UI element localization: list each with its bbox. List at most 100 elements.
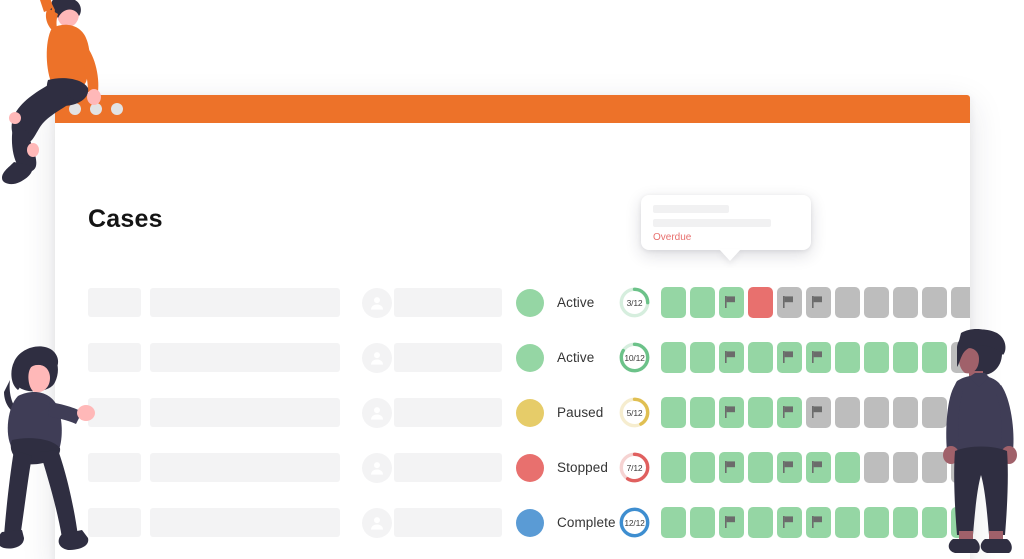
milestone-block[interactable] bbox=[690, 397, 715, 428]
flag-icon bbox=[812, 516, 823, 528]
milestone-block[interactable] bbox=[661, 507, 686, 538]
milestone-block[interactable] bbox=[690, 452, 715, 483]
milestone-block[interactable] bbox=[748, 287, 773, 318]
progress-ring-label: 3/12 bbox=[618, 286, 651, 319]
case-title-placeholder bbox=[150, 508, 340, 537]
milestone-block[interactable] bbox=[835, 397, 860, 428]
table-row[interactable]: Active 10/12 bbox=[55, 330, 970, 385]
milestone-block[interactable] bbox=[893, 342, 918, 373]
milestone-block[interactable] bbox=[835, 507, 860, 538]
milestone-block[interactable] bbox=[922, 287, 947, 318]
status-color-dot bbox=[516, 289, 544, 317]
person-walking-illustration bbox=[0, 340, 126, 559]
milestone-block[interactable] bbox=[719, 507, 744, 538]
milestone-block[interactable] bbox=[719, 342, 744, 373]
milestone-block[interactable] bbox=[748, 507, 773, 538]
milestone-block[interactable] bbox=[893, 507, 918, 538]
milestone-block[interactable] bbox=[864, 397, 889, 428]
tooltip-placeholder-bar-2 bbox=[653, 219, 771, 227]
milestone-block[interactable] bbox=[893, 452, 918, 483]
window-content: Cases Active 3/12 Active 10/12 Paused 5/12 Sto… bbox=[55, 123, 970, 559]
flag-icon bbox=[783, 516, 794, 528]
milestone-block[interactable] bbox=[690, 287, 715, 318]
progress-ring: 10/12 bbox=[618, 341, 651, 374]
table-row[interactable]: Active 3/12 bbox=[55, 275, 970, 330]
progress-ring: 3/12 bbox=[618, 286, 651, 319]
milestone-block[interactable] bbox=[661, 287, 686, 318]
flag-icon bbox=[725, 516, 736, 528]
milestone-block[interactable] bbox=[951, 287, 970, 318]
milestone-block[interactable] bbox=[748, 452, 773, 483]
milestone-block[interactable] bbox=[719, 452, 744, 483]
milestone-block[interactable] bbox=[777, 507, 802, 538]
milestone-block[interactable] bbox=[864, 287, 889, 318]
flag-icon bbox=[783, 351, 794, 363]
screenshot-root: Cases Active 3/12 Active 10/12 Paused 5/12 Sto… bbox=[0, 0, 1024, 559]
milestone-block[interactable] bbox=[690, 507, 715, 538]
flag-icon bbox=[725, 516, 736, 528]
flag-icon bbox=[725, 461, 736, 473]
user-avatar-icon bbox=[367, 403, 387, 423]
milestone-block[interactable] bbox=[777, 397, 802, 428]
case-title-placeholder bbox=[150, 398, 340, 427]
flag-icon bbox=[783, 406, 794, 418]
milestone-block[interactable] bbox=[806, 507, 831, 538]
person-sitting-illustration bbox=[0, 0, 118, 198]
flag-icon bbox=[812, 406, 823, 418]
status-badge: Active bbox=[516, 344, 594, 372]
milestone-block[interactable] bbox=[835, 287, 860, 318]
status-label: Paused bbox=[557, 405, 603, 420]
milestone-block[interactable] bbox=[661, 452, 686, 483]
table-row[interactable]: Active8/12 bbox=[55, 550, 970, 559]
flag-icon bbox=[725, 296, 736, 308]
milestone-block[interactable] bbox=[835, 452, 860, 483]
milestone-block[interactable] bbox=[806, 397, 831, 428]
milestone-block[interactable] bbox=[661, 342, 686, 373]
milestone-block[interactable] bbox=[835, 342, 860, 373]
user-avatar-icon bbox=[367, 348, 387, 368]
milestone-block[interactable] bbox=[893, 287, 918, 318]
status-badge: Active bbox=[516, 289, 594, 317]
flag-icon bbox=[725, 351, 736, 363]
person-standing-illustration bbox=[935, 325, 1024, 559]
table-row[interactable]: Complete12/12 bbox=[55, 495, 970, 550]
case-owner-placeholder bbox=[394, 398, 502, 427]
flag-icon bbox=[725, 351, 736, 363]
milestone-block[interactable] bbox=[661, 397, 686, 428]
milestone-block[interactable] bbox=[864, 507, 889, 538]
flag-icon bbox=[783, 461, 794, 473]
milestone-block[interactable] bbox=[777, 452, 802, 483]
milestone-block[interactable] bbox=[893, 397, 918, 428]
milestone-block[interactable] bbox=[719, 397, 744, 428]
status-label: Active bbox=[557, 350, 594, 365]
milestone-block[interactable] bbox=[806, 342, 831, 373]
status-badge: Paused bbox=[516, 399, 603, 427]
status-label: Stopped bbox=[557, 460, 608, 475]
progress-ring: 12/12 bbox=[618, 506, 651, 539]
milestone-block[interactable] bbox=[777, 342, 802, 373]
case-owner-placeholder bbox=[394, 453, 502, 482]
milestone-block[interactable] bbox=[719, 287, 744, 318]
milestone-block[interactable] bbox=[690, 342, 715, 373]
flag-icon bbox=[783, 351, 794, 363]
page-title: Cases bbox=[88, 205, 163, 234]
milestone-block[interactable] bbox=[806, 287, 831, 318]
table-row[interactable]: Stopped7/12 bbox=[55, 440, 970, 495]
milestone-block[interactable] bbox=[748, 342, 773, 373]
milestone-block[interactable] bbox=[864, 452, 889, 483]
flag-icon bbox=[812, 296, 823, 308]
flag-icon bbox=[812, 461, 823, 473]
status-color-dot bbox=[516, 509, 544, 537]
milestone-track bbox=[661, 397, 970, 428]
milestone-block[interactable] bbox=[864, 342, 889, 373]
table-row[interactable]: Paused 5/12 bbox=[55, 385, 970, 440]
flag-icon bbox=[812, 461, 823, 473]
milestone-track bbox=[661, 287, 970, 318]
milestone-block[interactable] bbox=[777, 287, 802, 318]
milestone-block[interactable] bbox=[806, 452, 831, 483]
cases-list: Active 3/12 Active 10/12 Paused 5/12 Stopped7/… bbox=[55, 275, 970, 559]
case-owner-placeholder bbox=[394, 508, 502, 537]
progress-ring-label: 5/12 bbox=[618, 396, 651, 429]
case-title-placeholder bbox=[150, 343, 340, 372]
milestone-block[interactable] bbox=[748, 397, 773, 428]
